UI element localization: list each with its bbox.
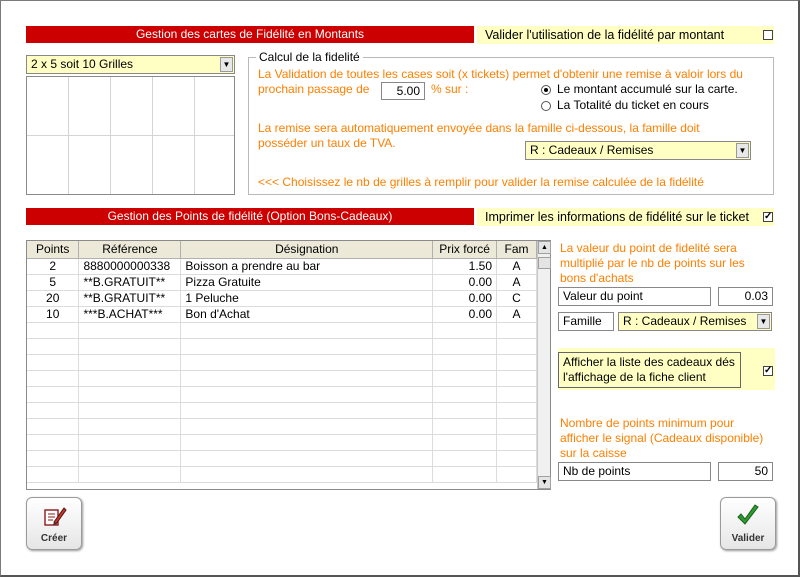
nb-points-input[interactable]: 50	[718, 462, 773, 481]
points-family-select[interactable]: R : Cadeaux / Remises ▼	[618, 312, 772, 331]
table-row[interactable]: 10 ***B.ACHAT*** Bon d'Achat 0.00 A	[27, 306, 537, 323]
col-forced-price[interactable]: Prix forcé	[432, 241, 497, 259]
scroll-up-icon[interactable]: ▲	[538, 241, 551, 254]
col-family[interactable]: Fam	[496, 241, 537, 259]
create-button-label: Créer	[40, 533, 68, 544]
points-grid: Points Référence Désignation Prix forcé …	[27, 241, 537, 483]
show-gifts-line1: Afficher la liste des cadeaux dés	[563, 355, 735, 369]
validate-button-label: Valider	[731, 533, 765, 544]
col-reference[interactable]: Référence	[78, 241, 182, 259]
radio-total-ticket-label: La Totalité du ticket en cours	[557, 98, 709, 112]
table-row[interactable]	[27, 322, 537, 339]
radio-accumulated-label: Le montant accumulé sur la carte.	[557, 82, 738, 96]
calcul-group-title: Calcul de la fidelité	[256, 50, 363, 64]
point-value-info-line3: bons d'achats	[560, 271, 634, 285]
table-row[interactable]	[27, 450, 537, 467]
radio-total-ticket[interactable]	[541, 101, 551, 111]
point-value-info-line2: multiplié par le nb de points sur les	[560, 256, 745, 270]
calcul-text-line2: prochain passage de	[258, 82, 370, 96]
table-row[interactable]	[27, 338, 537, 355]
point-value-info-line1: La valeur du point de fidelité sera	[560, 241, 737, 255]
min-points-info-line2: afficher le signal (Cadeaux disponible)	[560, 431, 764, 445]
radio-accumulated-amount[interactable]	[541, 85, 551, 95]
show-gifts-checkbox[interactable]: ✓	[763, 366, 773, 376]
chevron-down-icon: ▼	[736, 143, 749, 158]
print-fidelity-checkbox[interactable]: ✓	[763, 212, 773, 222]
min-points-info-line1: Nombre de points minimum pour	[560, 416, 735, 430]
table-scrollbar[interactable]: ▲ ▼	[537, 241, 551, 489]
show-gifts-line2: l'affichage de la fiche client	[563, 370, 706, 384]
chevron-down-icon: ▼	[220, 57, 233, 72]
section1-title: Gestion des cartes de Fidélité en Montan…	[26, 26, 474, 43]
family-label: Famille	[558, 312, 614, 331]
table-row[interactable]	[27, 386, 537, 403]
table-row[interactable]	[27, 354, 537, 371]
discount-amount-input[interactable]: 5.00	[381, 82, 425, 100]
create-button[interactable]: Créer	[26, 497, 82, 550]
scroll-down-icon[interactable]: ▼	[538, 476, 551, 489]
grid-count-value: 2 x 5 soit 10 Grilles	[31, 57, 134, 71]
grid-preview	[26, 76, 235, 195]
col-designation[interactable]: Désignation	[180, 241, 434, 259]
section2-title: Gestion des Points de fidélité (Option B…	[26, 208, 474, 225]
print-fidelity-label: Imprimer les informations de fidélité su…	[477, 208, 774, 226]
show-gifts-label: Afficher la liste des cadeaux dés l'affi…	[558, 352, 741, 388]
discount-family-select[interactable]: R : Cadeaux / Remises ▼	[525, 141, 751, 160]
discount-family-value: R : Cadeaux / Remises	[530, 143, 654, 157]
scroll-thumb[interactable]	[538, 257, 551, 269]
table-row[interactable]	[27, 418, 537, 435]
validate-fidelity-checkbox[interactable]	[763, 30, 773, 40]
percent-on-label: % sur :	[431, 82, 469, 96]
chevron-down-icon: ▼	[757, 314, 770, 329]
table-row[interactable]	[27, 434, 537, 451]
table-row[interactable]	[27, 370, 537, 387]
calcul-text-line1: La Validation de toutes les cases soit (…	[258, 67, 743, 81]
edit-pencil-icon	[44, 507, 67, 526]
table-row[interactable]: 20 **B.GRATUIT** 1 Peluche 0.00 C	[27, 290, 537, 307]
points-table: Points Référence Désignation Prix forcé …	[26, 240, 551, 490]
point-value-input[interactable]: 0.03	[718, 287, 773, 306]
table-row[interactable]: 5 **B.GRATUIT** Pizza Gratuite 0.00 A	[27, 274, 537, 291]
family-text-line2: posséder un taux de TVA.	[258, 136, 396, 150]
checkmark-icon	[737, 504, 759, 525]
grid-hint-text: <<< Choisissez le nb de grilles à rempli…	[258, 175, 704, 189]
min-points-info-line3: sur la caisse	[560, 446, 627, 460]
table-row[interactable]: 2 8880000000338 Boisson a prendre au bar…	[27, 258, 537, 275]
grid-count-select[interactable]: 2 x 5 soit 10 Grilles ▼	[26, 55, 235, 74]
nb-points-label: Nb de points	[558, 462, 711, 481]
col-points[interactable]: Points	[27, 241, 80, 259]
point-value-label: Valeur du point	[558, 287, 711, 306]
validate-fidelity-label: Valider l'utilisation de la fidélité par…	[477, 26, 774, 44]
table-row[interactable]	[27, 466, 537, 483]
validate-button[interactable]: Valider	[720, 497, 776, 550]
points-family-value: R : Cadeaux / Remises	[623, 314, 747, 328]
table-row[interactable]	[27, 402, 537, 419]
family-text-line1: La remise sera automatiquement envoyée d…	[258, 121, 700, 135]
